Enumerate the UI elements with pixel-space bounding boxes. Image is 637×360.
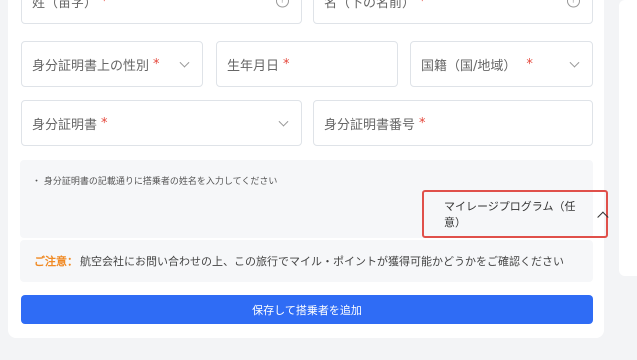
birthdate-label: 生年月日 — [227, 58, 280, 74]
save-and-add-passenger-button[interactable]: 保存して搭乗者を追加 — [21, 295, 593, 324]
first-name-label: 名（下の名前） — [324, 0, 416, 11]
id-number-field[interactable]: 身分証明書番号 * — [313, 100, 593, 146]
help-icon[interactable]: ? — [276, 0, 289, 8]
required-mark: * — [419, 115, 426, 131]
required-mark: * — [526, 56, 533, 72]
caution-text: 航空会社にお問い合わせの上、この旅行でマイル・ポイントが獲得可能かどうかをご確認… — [80, 255, 564, 268]
id-number-label: 身分証明書番号 — [324, 117, 416, 133]
last-name-label: 姓（苗字） — [32, 0, 98, 11]
chevron-down-icon — [179, 57, 190, 68]
id-type-label: 身分証明書 — [32, 117, 98, 133]
chevron-down-icon — [569, 57, 580, 68]
note-text: ・ 身分証明書の記載通りに搭乗者の姓名を入力してください — [32, 177, 278, 187]
required-mark: * — [283, 56, 290, 72]
caution-label: ご注意： — [34, 255, 78, 268]
mileage-program-toggle[interactable]: マイレージプログラム（任意） — [422, 190, 608, 238]
required-mark: * — [419, 0, 426, 9]
id-type-select[interactable]: 身分証明書 * — [21, 100, 302, 146]
side-panel — [619, 0, 637, 276]
required-mark: * — [101, 0, 108, 9]
help-icon[interactable]: ? — [567, 0, 580, 8]
mileage-program-label: マイレージプログラム（任意） — [444, 200, 576, 229]
required-mark: * — [101, 115, 108, 131]
chevron-up-icon — [596, 211, 608, 222]
gender-select[interactable]: 身分証明書上の性別 * — [21, 41, 203, 87]
last-name-field[interactable]: 姓（苗字） * ? — [21, 0, 302, 24]
first-name-field[interactable]: 名（下の名前） * ? — [313, 0, 593, 24]
caution-notice: ご注意： 航空会社にお問い合わせの上、この旅行でマイル・ポイントが獲得可能かどう… — [20, 240, 593, 282]
gender-label: 身分証明書上の性別 — [32, 58, 150, 74]
nationality-select[interactable]: 国籍（国/地域） * — [410, 41, 593, 87]
required-mark: * — [153, 56, 160, 72]
nationality-label: 国籍（国/地域） — [421, 58, 517, 74]
chevron-down-icon — [278, 116, 289, 127]
birthdate-field[interactable]: 生年月日 * — [216, 41, 398, 87]
